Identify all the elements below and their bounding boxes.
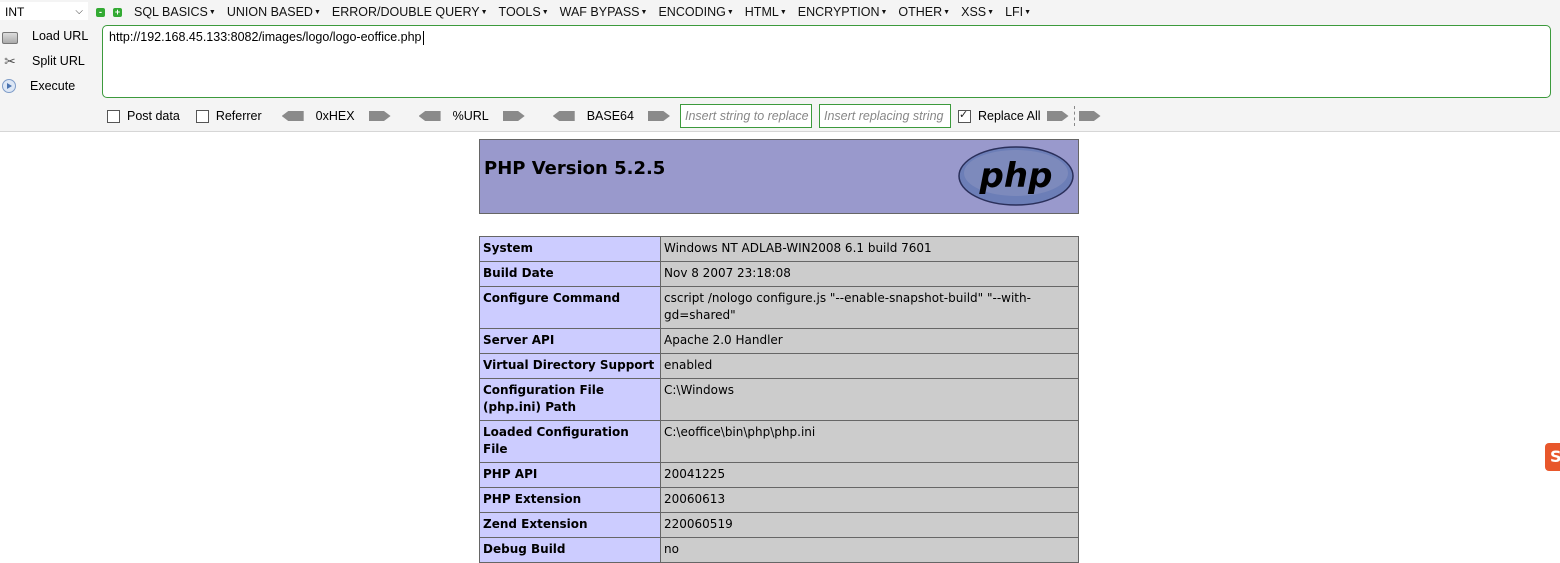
row-key: Configuration File (php.ini) Path	[479, 378, 661, 421]
url-encode-arrow-icon[interactable]	[502, 111, 525, 121]
post-data-label: Post data	[127, 109, 180, 123]
table-row: Zend Extension 220060519	[479, 512, 1079, 538]
divider	[1073, 106, 1076, 126]
replace-find-input[interactable]: Insert string to replace	[679, 104, 812, 128]
table-row: Loaded Configuration File C:\eoffice\bin\…	[479, 420, 1079, 463]
table-row: Build Date Nov 8 2007 23:18:08	[479, 261, 1079, 287]
row-value: 20060613	[660, 487, 1079, 513]
phpinfo-header: PHP Version 5.2.5 php	[479, 139, 1079, 214]
php-logo: php	[958, 146, 1074, 206]
hackbar-menu: - + SQL BASICS▼ UNION BASED▼ ERROR/DOUBL…	[96, 2, 1042, 22]
menu-encoding[interactable]: ENCODING▼	[658, 5, 733, 19]
table-row: Debug Build no	[479, 537, 1079, 563]
row-value: Nov 8 2007 23:18:08	[660, 261, 1079, 287]
page-title: PHP Version 5.2.5	[484, 158, 666, 179]
row-value: C:\Windows	[660, 378, 1079, 421]
menu-union-based[interactable]: UNION BASED▼	[227, 5, 321, 19]
execute-label: Execute	[30, 79, 76, 93]
referrer-checkbox[interactable]	[195, 109, 209, 123]
table-row: Virtual Directory Support enabled	[479, 353, 1079, 379]
referrer-label: Referrer	[215, 109, 262, 123]
injection-type-select[interactable]: INT ⌵	[0, 2, 88, 20]
menu-encryption[interactable]: ENCRYPTION▼	[798, 5, 888, 19]
load-url-label: Load URL	[32, 29, 89, 43]
injection-type-value: INT	[5, 5, 25, 19]
row-value: cscript /nologo configure.js "--enable-s…	[660, 286, 1079, 329]
table-row: PHP API 20041225	[479, 462, 1079, 488]
row-key: PHP API	[479, 462, 661, 488]
row-value: no	[660, 537, 1079, 563]
text-cursor	[422, 30, 424, 45]
phpinfo-table: System Windows NT ADLAB-WIN2008 6.1 build…	[479, 236, 1079, 563]
row-key: Loaded Configuration File	[479, 420, 661, 463]
base64-encode-arrow-icon[interactable]	[647, 111, 670, 121]
replace-with-input[interactable]: Insert replacing string	[818, 104, 951, 128]
split-url-button[interactable]: ✂ Split URL	[2, 50, 98, 72]
hex-label: 0xHEX	[315, 109, 355, 123]
url-encode-label: %URL	[452, 109, 489, 123]
hackbar-options-row: Post data Referrer 0xHEX %URL BASE64 Ins…	[107, 104, 1101, 128]
menu-lfi[interactable]: LFI▼	[1005, 5, 1031, 19]
table-row: Configuration File (php.ini) Path C:\Wind…	[479, 378, 1079, 421]
replace-all-label: Replace All	[977, 109, 1041, 123]
load-url-icon	[2, 32, 18, 44]
execute-button[interactable]: Execute	[2, 75, 98, 97]
url-value: http://192.168.45.133:8082/images/logo/l…	[109, 30, 422, 44]
menu-tools[interactable]: TOOLS▼	[499, 5, 549, 19]
minus-icon[interactable]: -	[96, 7, 105, 17]
row-key: Virtual Directory Support	[479, 353, 661, 379]
side-floating-icon[interactable]	[1545, 443, 1560, 471]
table-row: PHP Extension 20060613	[479, 487, 1079, 513]
menu-html[interactable]: HTML▼	[745, 5, 787, 19]
row-value: Windows NT ADLAB-WIN2008 6.1 build 7601	[660, 236, 1079, 262]
row-key: Server API	[479, 328, 661, 354]
row-value: C:\eoffice\bin\php\php.ini	[660, 420, 1079, 463]
replace-all-checkbox[interactable]	[957, 108, 971, 123]
load-url-button[interactable]: Load URL	[2, 25, 98, 47]
menu-other[interactable]: OTHER▼	[898, 5, 950, 19]
table-row: Configure Command cscript /nologo configu…	[479, 286, 1079, 329]
scissors-icon: ✂	[4, 53, 16, 69]
row-key: Build Date	[479, 261, 661, 287]
row-key: System	[479, 236, 661, 262]
menu-waf-bypass[interactable]: WAF BYPASS▼	[560, 5, 648, 19]
base64-label: BASE64	[586, 109, 634, 123]
table-row: System Windows NT ADLAB-WIN2008 6.1 build…	[479, 236, 1079, 262]
plus-icon[interactable]: +	[113, 7, 122, 17]
post-data-checkbox[interactable]	[107, 109, 120, 123]
url-decode-arrow-icon[interactable]	[418, 111, 441, 121]
url-textarea[interactable]: http://192.168.45.133:8082/images/logo/l…	[102, 25, 1551, 98]
menu-sql-basics[interactable]: SQL BASICS▼	[134, 5, 216, 19]
row-value: Apache 2.0 Handler	[660, 328, 1079, 354]
hex-encode-arrow-icon[interactable]	[368, 111, 391, 121]
row-key: Debug Build	[479, 537, 661, 563]
play-icon	[2, 79, 16, 93]
row-value: 220060519	[660, 512, 1079, 538]
base64-decode-arrow-icon[interactable]	[552, 111, 575, 121]
hex-decode-arrow-icon[interactable]	[281, 111, 304, 121]
row-key: Configure Command	[479, 286, 661, 329]
menu-xss[interactable]: XSS▼	[961, 5, 994, 19]
row-key: Zend Extension	[479, 512, 661, 538]
replace-arrow-icon[interactable]	[1046, 111, 1069, 121]
replace-reverse-arrow-icon[interactable]	[1078, 111, 1101, 121]
split-url-label: Split URL	[32, 54, 85, 68]
row-key: PHP Extension	[479, 487, 661, 513]
chevron-down-icon: ⌵	[75, 6, 83, 17]
hackbar-toolbar: INT ⌵ - + SQL BASICS▼ UNION BASED▼ ERROR…	[0, 0, 1560, 132]
menu-error-double-query[interactable]: ERROR/DOUBLE QUERY▼	[332, 5, 488, 19]
table-row: Server API Apache 2.0 Handler	[479, 328, 1079, 354]
php-logo-text: php	[979, 156, 1053, 196]
row-value: enabled	[660, 353, 1079, 379]
row-value: 20041225	[660, 462, 1079, 488]
